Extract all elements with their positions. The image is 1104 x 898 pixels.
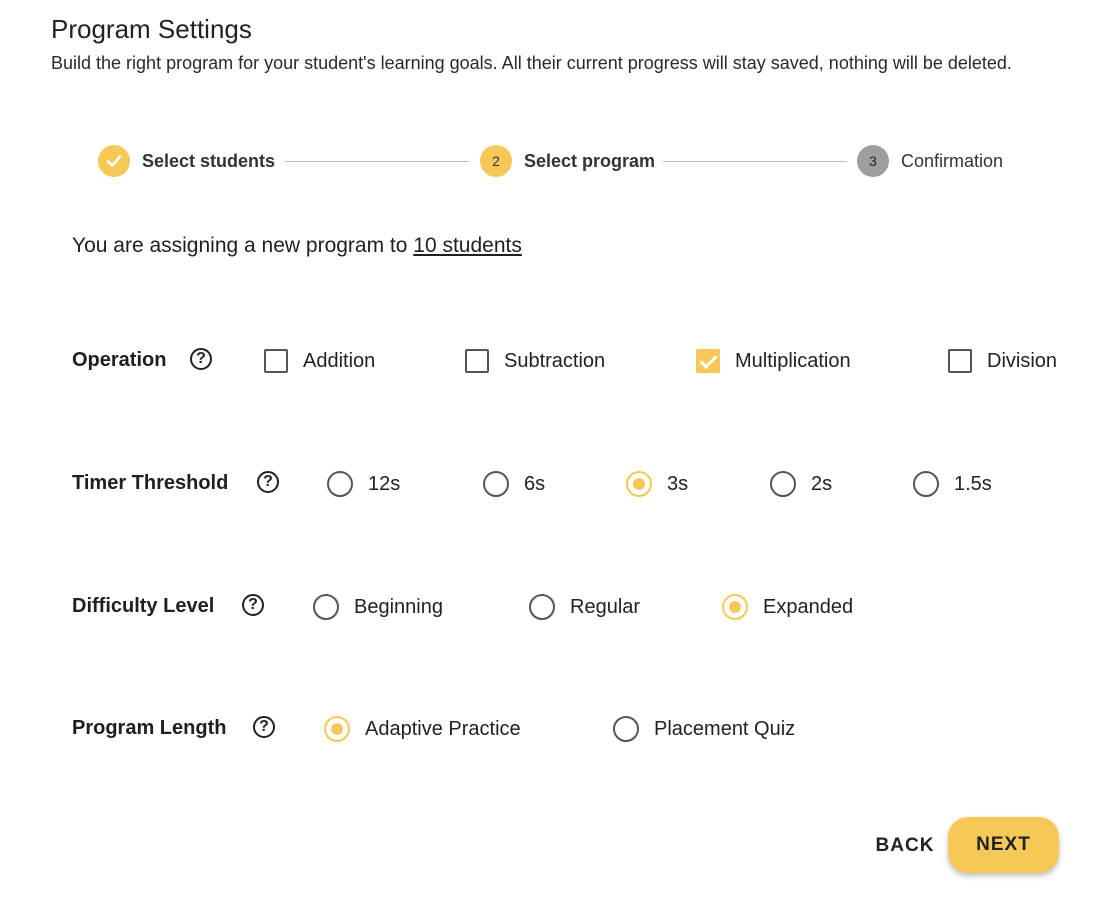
length-row: Program Length ? Adaptive Practice Place… bbox=[72, 709, 1104, 749]
timer-6s-radio[interactable]: 6s bbox=[483, 464, 545, 504]
length-placement-quiz-radio[interactable]: Placement Quiz bbox=[613, 709, 795, 749]
radio-circle[interactable] bbox=[327, 471, 353, 497]
difficulty-row: Difficulty Level ? Beginning Regular Exp… bbox=[72, 587, 1104, 627]
option-label: Addition bbox=[303, 349, 376, 372]
radio-circle[interactable] bbox=[770, 471, 796, 497]
checkbox-box[interactable] bbox=[264, 349, 288, 373]
timer-3s-radio[interactable]: 3s bbox=[626, 464, 688, 504]
step-number: 3 bbox=[857, 145, 889, 177]
timer-2s-radio[interactable]: 2s bbox=[770, 464, 832, 504]
step-label: Confirmation bbox=[901, 150, 1004, 171]
timer-12s-radio[interactable]: 12s bbox=[327, 464, 400, 504]
radio-circle[interactable] bbox=[313, 594, 339, 620]
operation-label: Operation bbox=[72, 349, 167, 371]
option-label: Beginning bbox=[354, 595, 443, 618]
difficulty-regular-radio[interactable]: Regular bbox=[529, 587, 640, 627]
step-label: Select students bbox=[142, 150, 276, 171]
step-connector bbox=[663, 161, 847, 162]
checkbox-box[interactable] bbox=[948, 349, 972, 373]
difficulty-beginning-radio[interactable]: Beginning bbox=[313, 587, 443, 627]
timer-1-5s-radio[interactable]: 1.5s bbox=[913, 464, 992, 504]
operation-help-icon[interactable]: ? bbox=[190, 348, 212, 370]
length-help-icon[interactable]: ? bbox=[253, 716, 275, 738]
page-subtitle: Build the right program for your student… bbox=[51, 53, 1012, 73]
step-select-students: Select students bbox=[98, 145, 275, 177]
back-button[interactable]: BACK bbox=[866, 828, 944, 864]
option-label: 2s bbox=[811, 472, 833, 495]
step-label: Select program bbox=[524, 150, 656, 171]
stepper: Select students 2 Select program 3 Confi… bbox=[98, 145, 1018, 177]
operation-division-checkbox[interactable]: Division bbox=[948, 341, 1057, 381]
option-label: 3s bbox=[667, 472, 689, 495]
operation-addition-checkbox[interactable]: Addition bbox=[264, 341, 375, 381]
operation-multiplication-checkbox[interactable]: Multiplication bbox=[696, 341, 851, 381]
length-label: Program Length bbox=[72, 717, 227, 739]
timer-help-icon[interactable]: ? bbox=[257, 471, 279, 493]
students-link[interactable]: 10 students bbox=[413, 234, 522, 257]
operation-subtraction-checkbox[interactable]: Subtraction bbox=[465, 341, 605, 381]
option-label: 6s bbox=[524, 472, 546, 495]
timer-label: Timer Threshold bbox=[72, 472, 229, 494]
page-title: Program Settings bbox=[51, 14, 252, 44]
radio-selected-icon[interactable] bbox=[722, 594, 748, 620]
radio-selected-icon[interactable] bbox=[324, 716, 350, 742]
timer-row: Timer Threshold ? 12s 6s 3s 2s 1.5s bbox=[72, 464, 1104, 504]
difficulty-label: Difficulty Level bbox=[72, 595, 215, 617]
radio-circle[interactable] bbox=[613, 716, 639, 742]
step-confirmation: 3 Confirmation bbox=[857, 145, 1003, 177]
checkbox-checked-icon[interactable] bbox=[696, 349, 720, 373]
next-button[interactable]: NEXT bbox=[948, 817, 1059, 873]
option-label: Placement Quiz bbox=[654, 717, 796, 740]
option-label: 1.5s bbox=[954, 472, 992, 495]
step-complete-check-icon bbox=[98, 145, 130, 177]
step-number: 2 bbox=[480, 145, 512, 177]
option-label: Expanded bbox=[763, 595, 854, 618]
radio-circle[interactable] bbox=[913, 471, 939, 497]
radio-circle[interactable] bbox=[529, 594, 555, 620]
radio-selected-icon[interactable] bbox=[626, 471, 652, 497]
difficulty-help-icon[interactable]: ? bbox=[242, 594, 264, 616]
assign-text: You are assigning a new program to bbox=[72, 234, 414, 257]
length-adaptive-practice-radio[interactable]: Adaptive Practice bbox=[324, 709, 521, 749]
step-select-program: 2 Select program bbox=[480, 145, 655, 177]
radio-circle[interactable] bbox=[483, 471, 509, 497]
option-label: Adaptive Practice bbox=[365, 717, 521, 740]
operation-row: Operation ? Addition Subtraction Multipl… bbox=[72, 341, 1104, 381]
checkbox-box[interactable] bbox=[465, 349, 489, 373]
option-label: Multiplication bbox=[735, 349, 851, 372]
option-label: 12s bbox=[368, 472, 401, 495]
option-label: Regular bbox=[570, 595, 641, 618]
option-label: Division bbox=[987, 349, 1058, 372]
assign-summary: You are assigning a new program to 10 st… bbox=[72, 234, 522, 258]
step-connector bbox=[285, 161, 469, 162]
option-label: Subtraction bbox=[504, 349, 606, 372]
difficulty-expanded-radio[interactable]: Expanded bbox=[722, 587, 853, 627]
